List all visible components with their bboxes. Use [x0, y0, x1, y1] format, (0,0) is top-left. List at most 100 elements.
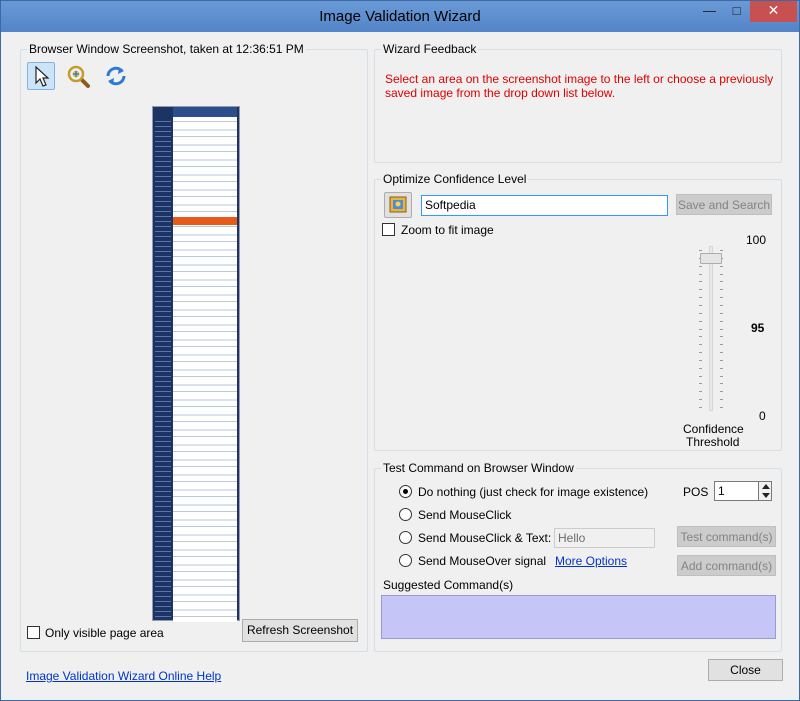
test-panel-title: Test Command on Browser Window: [381, 461, 576, 475]
add-command-button[interactable]: Add command(s): [677, 555, 776, 576]
slider-tick: [699, 320, 702, 322]
slider-tick: [720, 297, 723, 299]
feedback-message: Select an area on the screenshot image t…: [385, 72, 774, 100]
slider-tick: [720, 273, 723, 275]
zoom-tool-button[interactable]: [64, 62, 92, 90]
slider-tick: [699, 336, 702, 338]
confidence-panel: Optimize Confidence Level Softpedia Save…: [374, 172, 782, 451]
slider-tick: [720, 399, 723, 401]
image-picker-button[interactable]: [384, 192, 412, 218]
refresh-tool-button[interactable]: [102, 62, 130, 90]
refresh-screenshot-button[interactable]: Refresh Screenshot: [242, 619, 358, 642]
threshold-label-line2: Threshold: [686, 435, 740, 449]
confidence-slider-thumb[interactable]: [700, 253, 722, 265]
slider-tick: [699, 328, 702, 330]
slider-tick: [699, 344, 702, 346]
radio-mouseover-label: Send MouseOver signal: [418, 554, 547, 568]
spin-up-icon[interactable]: [762, 484, 770, 489]
wizard-window: Image Validation Wizard — □ ✕ Browser Wi…: [0, 0, 800, 701]
radio-do-nothing[interactable]: [399, 485, 412, 498]
radio-mouseover[interactable]: [399, 554, 412, 567]
slider-tick: [720, 344, 723, 346]
spin-down-icon[interactable]: [762, 493, 770, 498]
radio-mouseclick-text-label: Send MouseClick & Text:: [418, 531, 552, 545]
pointer-tool-button[interactable]: [27, 62, 55, 90]
radio-mouseclick-label: Send MouseClick: [418, 508, 512, 522]
refresh-icon: [106, 66, 126, 86]
slider-tick: [699, 359, 702, 361]
preview-banner: [173, 217, 237, 225]
slider-tick: [720, 359, 723, 361]
slider-tick: [720, 265, 723, 267]
only-visible-checkbox[interactable]: [27, 626, 40, 639]
pos-input[interactable]: 1: [714, 481, 760, 501]
radio-mouseclick[interactable]: [399, 508, 412, 521]
close-button[interactable]: Close: [708, 659, 783, 681]
slider-tick: [720, 312, 723, 314]
slider-tick: [720, 304, 723, 306]
threshold-max-label: 100: [746, 233, 767, 247]
slider-tick: [720, 281, 723, 283]
mouseclick-text-input[interactable]: Hello: [554, 528, 655, 548]
threshold-current-value: 95: [751, 321, 765, 335]
slider-tick: [699, 312, 702, 314]
close-window-button[interactable]: ✕: [750, 1, 797, 22]
slider-tick: [699, 304, 702, 306]
slider-tick: [720, 320, 723, 322]
save-and-search-button[interactable]: Save and Search: [676, 194, 772, 215]
more-options-link[interactable]: More Options: [555, 554, 627, 568]
screenshot-panel: Browser Window Screenshot, taken at 12:3…: [20, 42, 368, 652]
slider-tick: [720, 383, 723, 385]
zoom-icon: [67, 65, 90, 88]
test-command-button[interactable]: Test command(s): [677, 526, 776, 547]
test-command-panel: Test Command on Browser Window Do nothin…: [374, 461, 782, 652]
picture-icon: [389, 196, 407, 213]
slider-tick: [720, 367, 723, 369]
slider-tick: [720, 352, 723, 354]
confidence-slider-track[interactable]: [709, 246, 713, 411]
threshold-label-line1: Confidence: [683, 422, 744, 436]
slider-tick: [699, 375, 702, 377]
slider-tick: [699, 407, 702, 408]
slider-tick: [720, 375, 723, 377]
title-bar[interactable]: Image Validation Wizard — □ ✕: [1, 1, 799, 32]
slider-tick: [720, 391, 723, 393]
zoom-to-fit-checkbox[interactable]: [382, 223, 395, 236]
feedback-panel-title: Wizard Feedback: [381, 42, 479, 56]
slider-tick: [699, 273, 702, 275]
only-visible-label: Only visible page area: [45, 626, 164, 640]
minimize-button[interactable]: —: [696, 1, 723, 22]
slider-tick: [699, 297, 702, 299]
feedback-panel: Wizard Feedback Select an area on the sc…: [374, 42, 782, 163]
pointer-icon: [35, 65, 50, 87]
threshold-min-label: 0: [759, 409, 766, 423]
suggested-commands-label: Suggested Command(s): [383, 578, 514, 592]
search-input[interactable]: Softpedia: [421, 195, 668, 216]
screenshot-panel-title: Browser Window Screenshot, taken at 12:3…: [27, 42, 306, 56]
pos-spinner[interactable]: [758, 481, 772, 501]
online-help-link[interactable]: Image Validation Wizard Online Help: [26, 669, 221, 683]
slider-tick: [699, 399, 702, 401]
slider-tick: [699, 352, 702, 354]
slider-tick: [699, 281, 702, 283]
slider-tick: [720, 328, 723, 330]
slider-tick: [699, 250, 702, 251]
slider-tick: [699, 383, 702, 385]
slider-tick: [699, 391, 702, 393]
preview-sidebar: [155, 117, 171, 617]
suggested-commands-box[interactable]: [381, 595, 776, 639]
slider-tick: [720, 407, 723, 408]
slider-tick: [720, 336, 723, 338]
radio-do-nothing-label: Do nothing (just check for image existen…: [418, 485, 649, 499]
confidence-panel-title: Optimize Confidence Level: [381, 172, 529, 186]
slider-tick: [699, 367, 702, 369]
slider-tick: [699, 289, 702, 291]
maximize-button[interactable]: □: [723, 1, 750, 22]
slider-tick: [699, 265, 702, 267]
radio-mouseclick-text[interactable]: [399, 531, 412, 544]
zoom-to-fit-label: Zoom to fit image: [401, 223, 494, 237]
window-title: Image Validation Wizard: [319, 8, 481, 25]
screenshot-preview[interactable]: [152, 106, 240, 622]
pos-label: POS: [683, 485, 709, 499]
preview-page: [173, 107, 237, 622]
